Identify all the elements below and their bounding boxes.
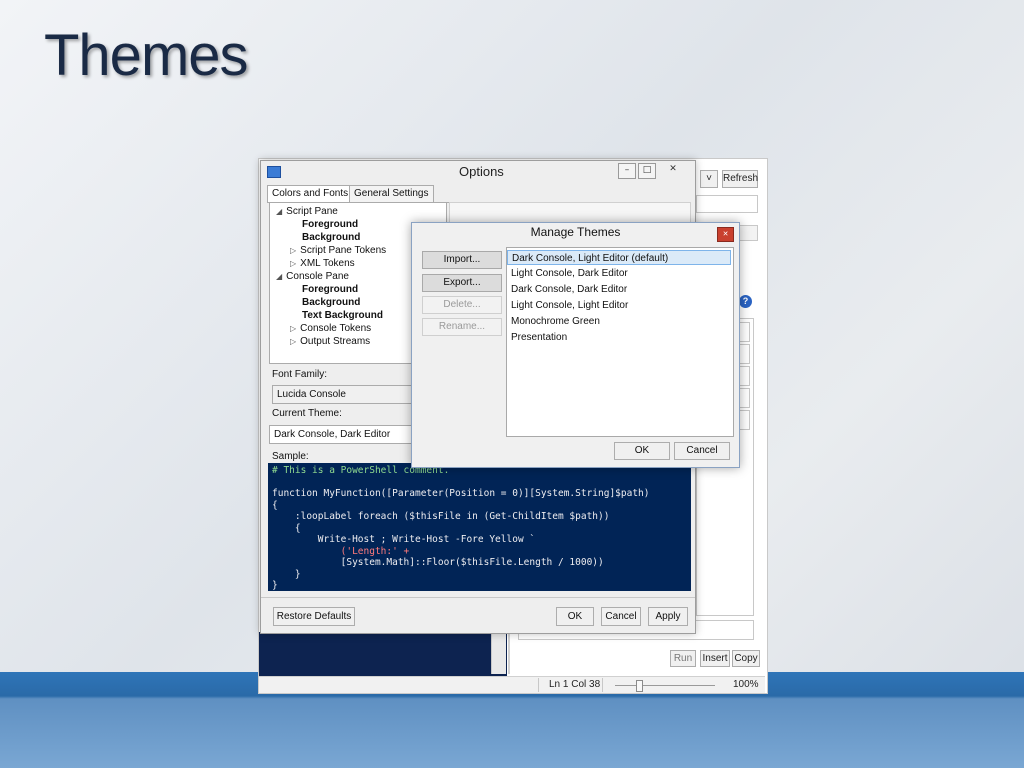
theme-item[interactable]: Light Console, Light Editor [507,298,731,313]
zoom-level: 100% [733,679,759,690]
slide-title: Themes [44,23,249,88]
options-cancel-button[interactable]: Cancel [601,607,641,626]
themes-list[interactable]: Dark Console, Light Editor (default) Lig… [506,247,734,437]
manage-themes-title: Manage Themes [530,225,621,239]
tree-item-foreground[interactable]: Foreground [302,219,358,230]
minimize-icon[interactable]: – [618,163,636,179]
restore-defaults-button[interactable]: Restore Defaults [273,607,355,626]
options-title: Options [459,164,504,179]
insert-button[interactable]: Insert [700,650,730,667]
code-line: Write-Host ; Write-Host -Fore Yellow ` [272,534,536,545]
run-button[interactable]: Run [670,650,696,667]
code-line: [System.Math]::Floor($thisFile.Length / … [272,557,604,568]
tree-item-console-background[interactable]: Background [302,297,360,308]
theme-item[interactable]: Monochrome Green [507,314,731,329]
theme-item-selected[interactable]: Dark Console, Light Editor (default) [507,250,731,265]
font-family-select[interactable]: Lucida Console [272,385,418,404]
tree-item-background[interactable]: Background [302,232,360,243]
ise-splitter[interactable] [508,634,510,674]
tree-item-script-pane-tokens[interactable]: ▷ Script Pane Tokens [290,245,386,256]
tree-item-text-background[interactable]: Text Background [302,310,383,321]
manage-themes-dialog: Manage Themes ✕ Import... Export... Dele… [411,222,740,468]
rename-button[interactable]: Rename... [422,318,502,336]
maximize-icon[interactable]: □ [638,163,656,179]
options-titlebar: Options – □ ✕ [261,161,695,183]
ise-console-pane [259,632,507,676]
tree-item-script-pane[interactable]: ◢ Script Pane [276,206,338,217]
code-line: } [272,568,301,580]
cursor-position: Ln 1 Col 38 [549,679,601,690]
manage-cancel-button[interactable]: Cancel [674,442,730,460]
collapsed-triangle-icon: ▷ [290,259,297,268]
expanded-triangle-icon: ◢ [276,272,283,281]
zoom-slider-track[interactable] [615,685,715,686]
options-ok-button[interactable]: OK [556,607,594,626]
close-icon[interactable]: ✕ [658,163,688,177]
ise-status-bar: Ln 1 Col 38 100% [259,676,765,693]
theme-item[interactable]: Dark Console, Dark Editor [507,282,731,297]
collapsed-triangle-icon: ▷ [290,337,297,346]
theme-item[interactable]: Presentation [507,330,731,345]
options-apply-button[interactable]: Apply [648,607,688,626]
delete-button[interactable]: Delete... [422,296,502,314]
export-button[interactable]: Export... [422,274,502,292]
code-line: :loopLabel foreach ($thisFile in (Get-Ch… [272,511,610,522]
current-theme-select[interactable]: Dark Console, Dark Editor [269,425,417,444]
zoom-slider-thumb[interactable] [636,680,643,692]
code-line: } [272,580,278,591]
code-line: { [272,499,278,511]
ise-command-input[interactable] [696,195,758,213]
tab-colors-and-fonts[interactable]: Colors and Fonts [267,185,354,203]
current-theme-label: Current Theme: [272,408,342,419]
tab-general-settings[interactable]: General Settings [349,185,434,203]
sample-label: Sample: [272,451,309,462]
collapsed-triangle-icon: ▷ [290,246,297,255]
close-icon[interactable]: ✕ [717,227,734,242]
tree-item-console-foreground[interactable]: Foreground [302,284,358,295]
tree-item-xml-tokens[interactable]: ▷ XML Tokens [290,258,355,269]
tree-item-console-pane[interactable]: ◢ Console Pane [276,271,349,282]
import-button[interactable]: Import... [422,251,502,269]
ise-dropdown-button[interactable]: ˅ [700,170,718,188]
expanded-triangle-icon: ◢ [276,207,283,216]
ise-app-icon [267,166,281,178]
code-line: { [272,522,301,534]
sample-code-preview: # This is a PowerShell comment. function… [268,463,691,591]
code-line: ('Length:' + [272,545,410,557]
help-icon[interactable]: ? [739,295,752,308]
tree-item-output-streams[interactable]: ▷ Output Streams [290,336,370,347]
ise-console-scrollbar[interactable] [491,634,506,674]
manage-ok-button[interactable]: OK [614,442,670,460]
tree-item-console-tokens[interactable]: ▷ Console Tokens [290,323,371,334]
copy-button[interactable]: Copy [732,650,760,667]
font-family-label: Font Family: [272,369,328,380]
refresh-button[interactable]: Refresh [722,170,758,188]
code-line: function MyFunction([Parameter(Position … [272,488,650,499]
collapsed-triangle-icon: ▷ [290,324,297,333]
theme-item[interactable]: Light Console, Dark Editor [507,266,731,281]
